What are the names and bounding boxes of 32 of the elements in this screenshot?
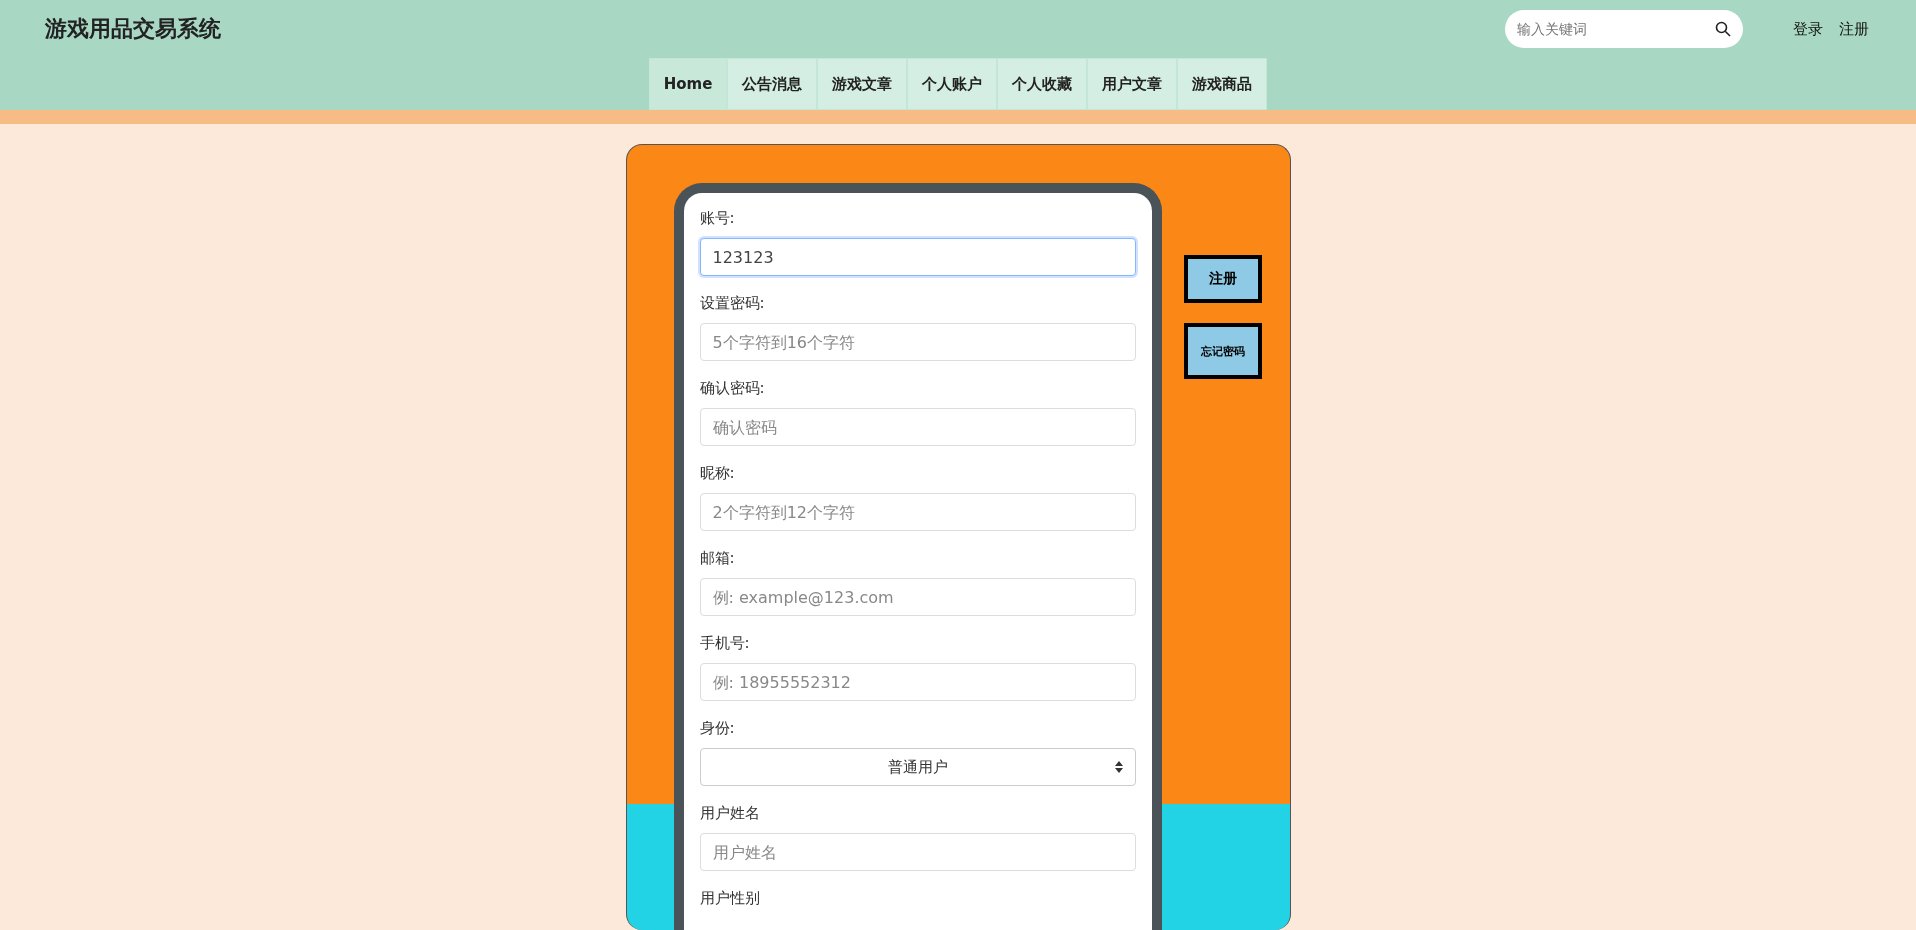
- field-label: 用户姓名: [699, 804, 761, 823]
- nav-tab[interactable]: 个人收藏: [997, 58, 1088, 110]
- field-label: 手机号:: [699, 634, 751, 653]
- nav-tab[interactable]: Home: [648, 58, 728, 110]
- nav-tab[interactable]: 游戏商品: [1177, 58, 1268, 110]
- side-button[interactable]: 注册: [1183, 255, 1262, 303]
- field-label: 设置密码:: [699, 294, 766, 313]
- input-field[interactable]: 123123: [699, 238, 1136, 276]
- nav-tab[interactable]: 游戏文章: [817, 58, 908, 110]
- input-field[interactable]: 5个字符到16个字符: [699, 323, 1136, 361]
- field-label: 确认密码:: [699, 379, 766, 398]
- nav-tab[interactable]: 个人账户: [907, 58, 998, 110]
- search-icon[interactable]: [1715, 21, 1731, 37]
- input-field[interactable]: 例: example@123.com: [699, 578, 1136, 616]
- input-field[interactable]: 例: 18955552312: [699, 663, 1136, 701]
- header-link[interactable]: 登录: [1793, 19, 1823, 39]
- search-field[interactable]: 输入关键词: [1505, 10, 1743, 48]
- site-title: 游戏用品交易系统: [45, 15, 222, 43]
- field-label: 账号:: [699, 209, 736, 228]
- sort-arrows-icon: [1114, 761, 1123, 773]
- input-field[interactable]: 确认密码: [699, 408, 1136, 446]
- select-field[interactable]: 普通用户: [699, 748, 1136, 786]
- field-label: 昵称:: [699, 464, 736, 483]
- input-field[interactable]: 2个字符到12个字符: [699, 493, 1136, 531]
- nav-tab[interactable]: 用户文章: [1087, 58, 1178, 110]
- header-link[interactable]: 注册: [1839, 19, 1869, 39]
- side-button[interactable]: 忘记密码: [1183, 323, 1262, 379]
- nav-tab[interactable]: 公告消息: [727, 58, 818, 110]
- field-label: 身份:: [699, 719, 736, 738]
- field-label: 邮箱:: [699, 549, 736, 568]
- input-field[interactable]: 用户姓名: [699, 833, 1136, 871]
- field-label: 用户性别: [699, 889, 761, 908]
